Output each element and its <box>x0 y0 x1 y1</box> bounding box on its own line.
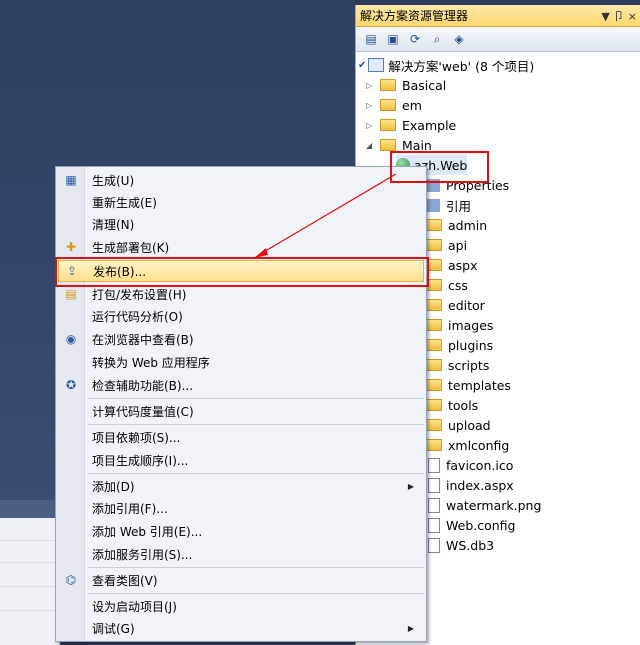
annotation-arrow <box>254 173 397 258</box>
